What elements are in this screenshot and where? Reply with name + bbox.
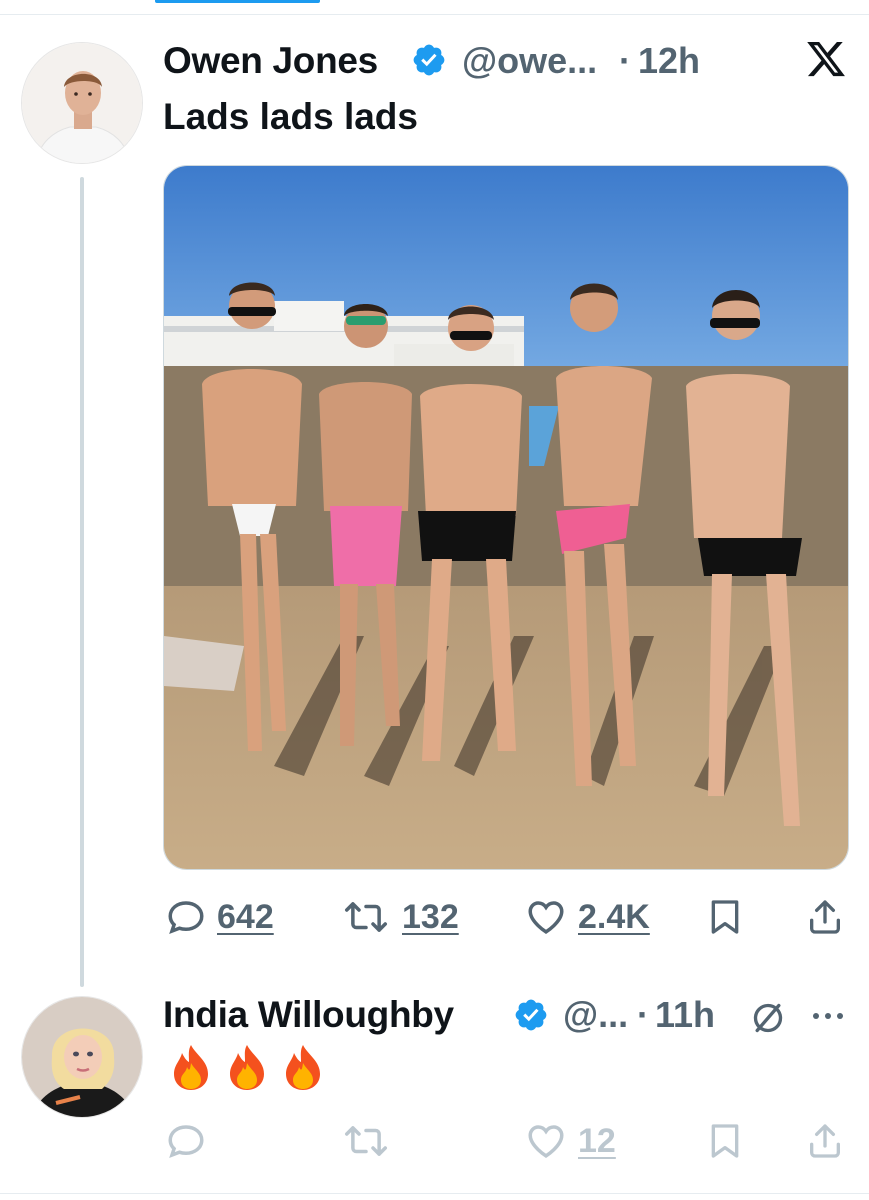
like-icon [528, 1125, 564, 1158]
tweet-text: Lads lads lads [163, 96, 418, 137]
repost-count[interactable]: 132 [402, 898, 459, 937]
reply-icon [168, 1125, 204, 1158]
active-tab-indicator [155, 0, 320, 3]
share-button[interactable] [805, 896, 845, 938]
like-icon [528, 901, 564, 934]
dot-separator: · [619, 40, 631, 81]
author-name[interactable]: Owen Jones [163, 40, 378, 82]
x-logo-icon[interactable] [805, 38, 847, 80]
reply-like-button[interactable]: 12 [524, 1120, 616, 1162]
bookmark-icon [711, 1124, 739, 1158]
top-divider [0, 14, 869, 15]
repost-button[interactable]: 132 [340, 896, 459, 938]
reply-text [170, 1043, 324, 1091]
thread-connector-line [80, 177, 84, 987]
reply-time[interactable]: 11h [655, 994, 715, 1036]
repost-icon [345, 1126, 387, 1156]
reply-share-button[interactable] [805, 1120, 845, 1162]
share-icon [810, 1124, 840, 1158]
owen-jones-avatar[interactable] [21, 42, 143, 164]
reply-bookmark-button[interactable] [705, 1120, 745, 1162]
fire-emoji [174, 1045, 208, 1090]
reply-icon [168, 901, 204, 934]
tweet-time[interactable]: 12h [638, 40, 700, 82]
dot-separator: · [637, 994, 649, 1035]
repost-icon [345, 902, 387, 932]
india-willoughby-avatar[interactable] [21, 996, 143, 1118]
like-count[interactable]: 2.4K [578, 898, 650, 937]
bookmark-button[interactable] [705, 896, 745, 938]
share-icon [810, 900, 840, 934]
reply-reply-button[interactable] [165, 1120, 207, 1162]
reply-author-name[interactable]: India Willoughby [163, 994, 454, 1036]
verified-badge-icon [515, 999, 547, 1031]
reply-repost-button[interactable] [340, 1120, 392, 1162]
reply-author-handle[interactable]: @... [563, 994, 628, 1036]
reply-like-count[interactable]: 12 [578, 1122, 616, 1161]
verified-badge-icon [413, 44, 445, 76]
reply-button[interactable]: 642 [165, 896, 274, 938]
reply-count[interactable]: 642 [217, 898, 274, 937]
more-icon[interactable] [810, 1010, 846, 1022]
bottom-divider [0, 1193, 869, 1194]
tweet-photo[interactable] [163, 165, 849, 870]
like-button[interactable]: 2.4K [524, 896, 650, 938]
muted-icon[interactable] [748, 998, 788, 1038]
bookmark-icon [711, 900, 739, 934]
fire-emoji [286, 1045, 320, 1090]
author-handle[interactable]: @owe... [462, 40, 597, 82]
fire-emoji [230, 1045, 264, 1090]
